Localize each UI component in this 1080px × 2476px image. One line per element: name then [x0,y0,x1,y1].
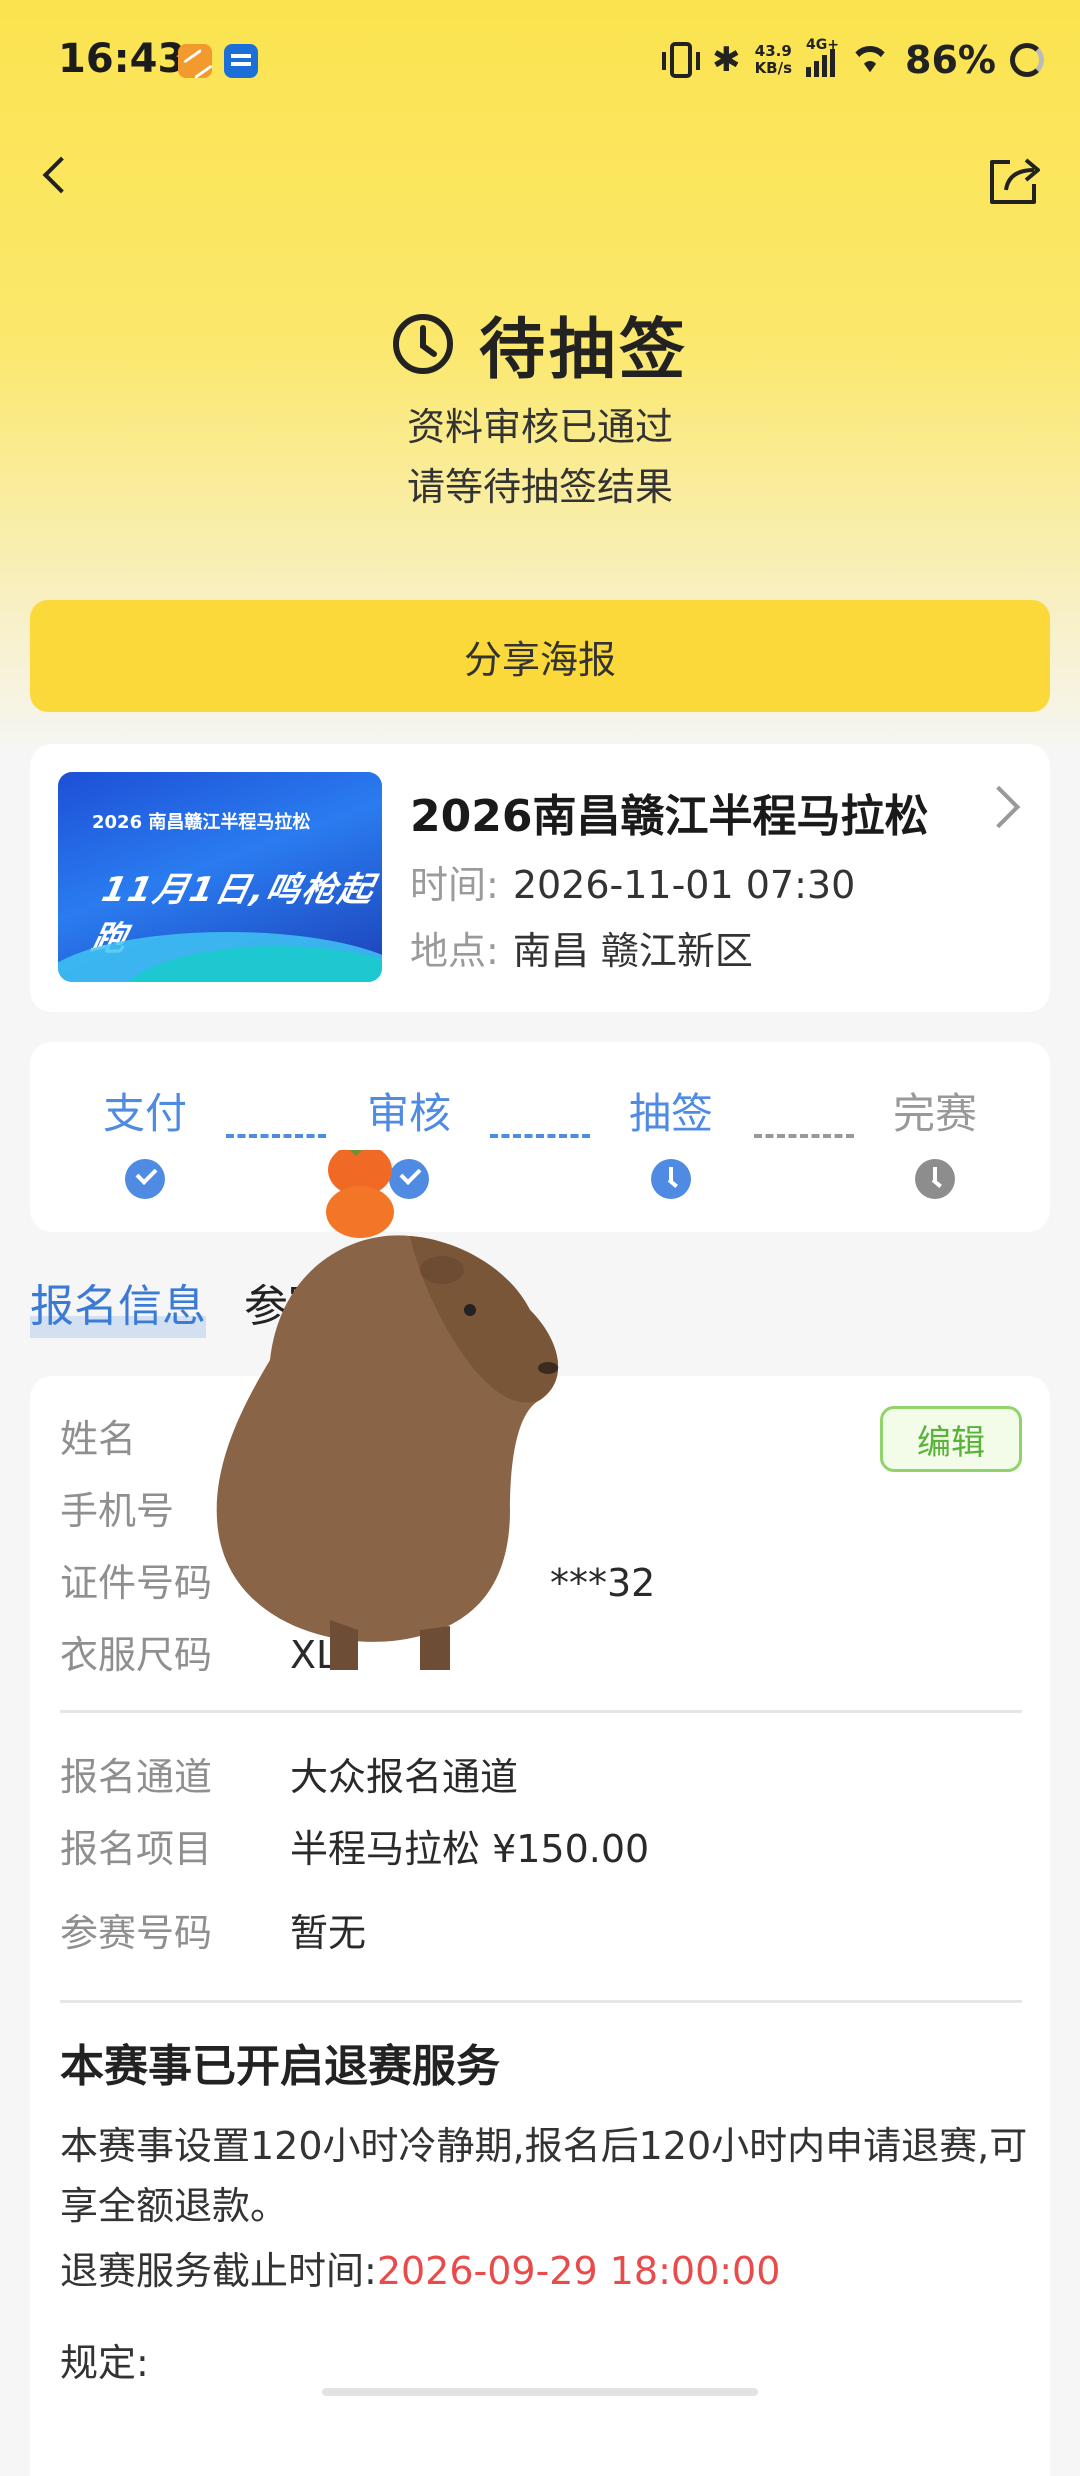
status-icons: ✱ 43.9 KB/s 4G+ 86% [662,32,1044,88]
edit-button[interactable]: 编辑 [880,1406,1022,1472]
cellular-signal-icon: 4G+ [806,37,839,77]
status-line-1: 资料审核已通过 [406,405,673,449]
draw-status-title: 待抽签 [0,296,1080,392]
bluetooth-icon: ✱ [712,40,741,80]
chevron-left-icon[interactable] [38,156,74,192]
info-row-channel: 报名通道 大众报名通道 [60,1755,519,1799]
event-poster-image: 2026 南昌赣江半程马拉松 11月1日,鸣枪起跑 [58,772,382,982]
status-bar: 16:43 ✱ 43.9 KB/s 4G+ 86% [0,0,1080,120]
app-notification-icon-2 [224,44,258,78]
info-row-bib: 参赛号码 暂无 [60,1911,367,1955]
clock-circle-icon [915,1159,955,1199]
step-draw: 抽签 [606,1080,736,1199]
event-name: 2026南昌赣江半程马拉松 [410,791,929,842]
network-speed: 43.9 KB/s [754,42,793,77]
refund-deadline: 退赛服务截止时间:2026-09-29 18:00:00 [60,2249,781,2293]
refund-title: 本赛事已开启退赛服务 [60,2041,500,2092]
step-connector [490,1134,590,1138]
home-indicator[interactable] [322,2388,758,2396]
step-pay: 支付 [80,1080,210,1199]
draw-status-label: 待抽签 [479,311,689,388]
share-poster-button[interactable]: 分享海报 [30,600,1050,712]
chevron-right-icon[interactable] [977,785,1021,829]
divider [60,1710,1022,1713]
status-line-2: 请等待抽签结果 [406,465,673,509]
share-icon[interactable] [984,150,1044,210]
step-connector [754,1134,854,1138]
refund-description: 本赛事设置120小时冷静期,报名后120小时内申请退赛,可享全额退款。 [60,2124,1028,2228]
info-row-project: 报名项目 半程马拉松 ¥150.00 [60,1827,650,1871]
wifi-icon [849,44,891,76]
battery-ring-icon [1010,43,1044,77]
status-time: 16:43 [58,36,186,82]
clock-circle-icon [651,1159,691,1199]
capybara-sticker-image [216,1150,559,1670]
divider [60,2000,1022,2003]
event-time: 时间: 2026-11-01 07:30 [410,863,856,907]
tab-registration-info[interactable]: 报名信息 [30,1270,206,1338]
clock-icon [393,314,453,374]
event-place: 地点: 南昌 赣江新区 [410,929,753,973]
step-connector [226,1134,326,1138]
step-finish: 完赛 [870,1080,1000,1199]
rules-label: 规定: [60,2341,149,2385]
check-circle-icon [125,1159,165,1199]
event-card[interactable]: 2026 南昌赣江半程马拉松 11月1日,鸣枪起跑 2026南昌赣江半程马拉松 … [30,744,1050,1012]
app-notification-icon [178,44,212,78]
vibrate-icon [662,42,701,78]
battery-level: 86% [905,38,996,82]
